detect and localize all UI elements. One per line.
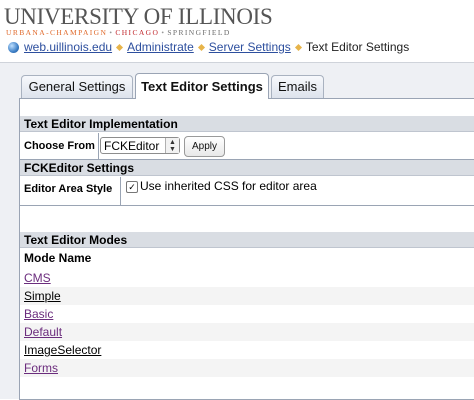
mode-link-simple[interactable]: Simple [24,289,61,303]
mode-row: Forms [20,359,474,377]
choose-from-label: Choose From [24,140,95,152]
apply-button[interactable]: Apply [184,136,225,157]
mode-link-cms[interactable]: CMS [24,271,51,285]
university-logo: UNIVERSITY OF ILLINOIS [4,4,273,29]
editor-area-style-label: Editor Area Style [24,183,113,195]
tab-emails[interactable]: Emails [271,75,324,98]
breadcrumb-separator-icon [294,43,302,51]
mode-link-basic[interactable]: Basic [24,307,53,321]
globe-icon [8,41,19,53]
breadcrumb-link-administrate[interactable]: Administrate [127,40,194,54]
editor-select[interactable]: FCKEditor ▲ ▼ [100,137,180,154]
campus-tagline: URBANA-CHAMPAIGN • CHICAGO • SPRINGFIELD [6,28,231,37]
tab-general-settings[interactable]: General Settings [21,75,133,98]
chevron-down-icon: ▲ ▼ [165,138,179,153]
breadcrumb-separator-icon [116,43,124,51]
mode-link-imageselector[interactable]: ImageSelector [24,343,101,357]
breadcrumb-separator-icon [197,43,205,51]
mode-row: CMS [20,269,474,287]
tab-text-editor-settings[interactable]: Text Editor Settings [135,73,269,99]
settings-panel: Text Editor Implementation Choose From F… [19,98,474,400]
fck-settings-section-title: FCKEditor Settings [20,160,474,176]
mode-row: Basic [20,305,474,323]
mode-link-forms[interactable]: Forms [24,361,58,375]
editor-select-value: FCKEditor [104,139,160,153]
campus-springfield: SPRINGFIELD [167,28,231,37]
implementation-section-title: Text Editor Implementation [20,116,474,132]
modes-section-title: Text Editor Modes [20,232,474,248]
inherited-css-label: Use inherited CSS for editor area [140,179,317,193]
mode-link-default[interactable]: Default [24,325,62,339]
settings-area: General Settings Text Editor Settings Em… [0,62,474,400]
campus-chicago: CHICAGO [115,28,160,37]
breadcrumb: web.uillinois.edu Administrate Server Se… [8,38,409,56]
mode-row: ImageSelector [20,341,474,359]
breadcrumb-link-server-settings[interactable]: Server Settings [209,40,291,54]
mode-row: Simple [20,287,474,305]
mode-row: Default [20,323,474,341]
breadcrumb-current: Text Editor Settings [305,40,410,54]
campus-urbana: URBANA-CHAMPAIGN [6,28,108,37]
site-header: UNIVERSITY OF ILLINOIS URBANA-CHAMPAIGN •… [0,0,474,62]
inherited-css-checkbox[interactable]: ✓ [126,181,138,193]
mode-name-header: Mode Name [24,251,92,265]
breadcrumb-link-home[interactable]: web.uillinois.edu [24,40,112,54]
